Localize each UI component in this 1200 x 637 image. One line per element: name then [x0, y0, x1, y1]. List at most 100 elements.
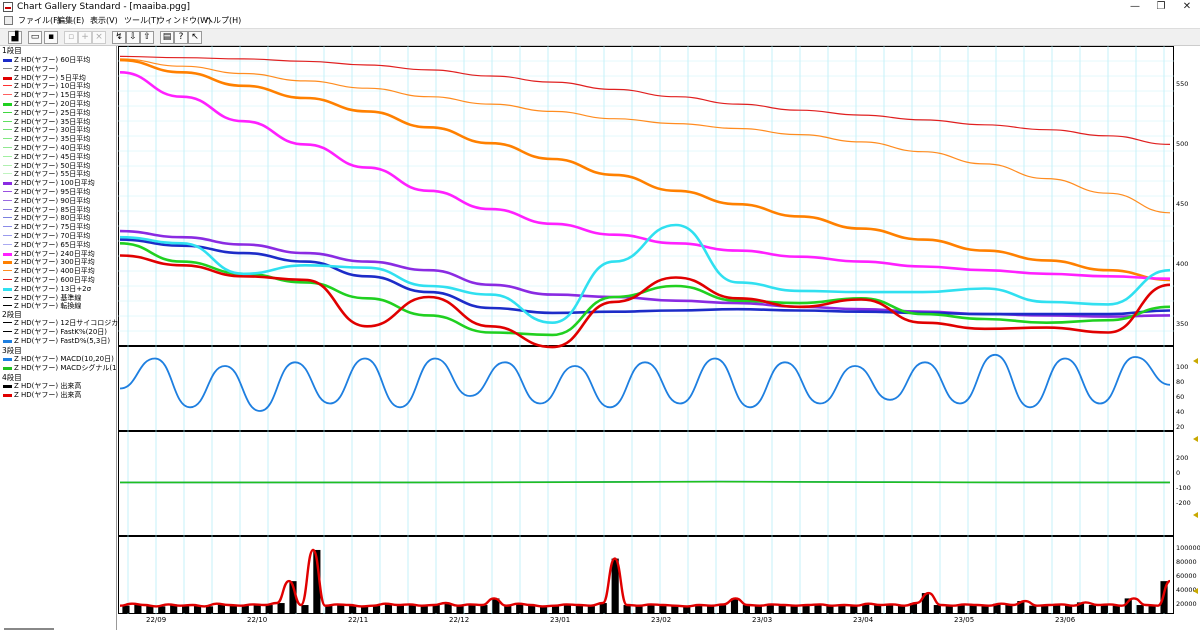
save-icon[interactable]: ▪ [44, 31, 58, 44]
legend-item[interactable]: Z HD(ヤフー) 出来高 [2, 382, 116, 390]
legend-item[interactable]: Z HD(ヤフー) 80日平均 [2, 214, 116, 222]
legend-item[interactable]: Z HD(ヤフー) 55日平均 [2, 170, 116, 178]
panel-marker-icon[interactable] [1193, 436, 1198, 442]
legend-swatch [3, 182, 12, 186]
legend-label: Z HD(ヤフー) 13日+2σ [14, 284, 92, 293]
legend-swatch [3, 261, 12, 265]
y-axis: 550 500 450 400 350 100 80 60 40 20 200 0 -100 -200 10… [1174, 46, 1200, 630]
new-chart-icon[interactable]: ▟ [8, 31, 22, 44]
y-tick-label: 0 [1176, 469, 1181, 477]
close-button[interactable]: ✕ [1174, 0, 1200, 14]
legend-item[interactable]: Z HD(ヤフー) 15日平均 [2, 91, 116, 99]
legend-swatch [3, 287, 12, 291]
legend-item[interactable]: Z HD(ヤフー) 400日平均 [2, 267, 116, 275]
legend-swatch [3, 296, 12, 298]
legend-item[interactable]: Z HD(ヤフー) 25日平均 [2, 109, 116, 117]
menu-window[interactable]: ウィンドウ(W) [157, 15, 211, 27]
legend-item[interactable]: Z HD(ヤフー) 60日平均 [2, 56, 116, 64]
delete-icon[interactable]: × [92, 31, 106, 44]
chart-wizard-icon[interactable]: ↯ [112, 31, 126, 44]
legend-item[interactable]: Z HD(ヤフー) 75日平均 [2, 223, 116, 231]
maximize-button[interactable]: ❐ [1148, 0, 1174, 14]
copy-icon[interactable]: ▫ [64, 31, 78, 44]
menu-edit[interactable]: 編集(E) [57, 15, 84, 27]
legend-item[interactable]: Z HD(ヤフー) 85日平均 [2, 206, 116, 214]
legend-label: Z HD(ヤフー) 100日平均 [14, 179, 95, 188]
y-tick-label: 400 [1176, 260, 1189, 268]
y-tick-label: 60 [1176, 393, 1185, 401]
volume-bar [969, 605, 977, 613]
legend-item[interactable]: Z HD(ヤフー) 45日平均 [2, 153, 116, 161]
legend-swatch [3, 270, 12, 272]
legend-item[interactable]: Z HD(ヤフー) 90日平均 [2, 197, 116, 205]
legend-item[interactable]: Z HD(ヤフー) 300日平均 [2, 258, 116, 266]
panel-marker-icon[interactable] [1193, 358, 1198, 364]
legend-swatch [3, 243, 12, 245]
context-help-icon[interactable]: ↖ [188, 31, 202, 44]
volume-bar [742, 605, 750, 613]
legend-item[interactable]: Z HD(ヤフー) 50日平均 [2, 162, 116, 170]
y-tick-label: 100 [1176, 363, 1189, 371]
legend-item[interactable]: Z HD(ヤフー) 70日平均 [2, 232, 116, 240]
legend-label: Z HD(ヤフー) 出来高 [14, 390, 82, 399]
macd-series-line [120, 480, 1170, 484]
volume-bar [277, 603, 285, 613]
volume-bar [778, 605, 786, 613]
toolbar: ▟ ▭ ▪ ▫ + × ↯ ⇩ ⇧ ▤ ? ↖ [0, 28, 1200, 46]
x-tick-label: 22/11 [348, 616, 369, 624]
legend-item[interactable]: Z HD(ヤフー) FastK%(20日) [2, 328, 116, 336]
volume-bar [1088, 605, 1097, 613]
panel-marker-icon[interactable] [1193, 512, 1198, 518]
help-icon[interactable]: ? [174, 31, 188, 44]
legend-item[interactable]: Z HD(ヤフー) MACD(10,20日) [2, 355, 116, 363]
minimize-button[interactable]: — [1122, 0, 1148, 14]
menu-view[interactable]: 表示(V) [90, 15, 118, 27]
legend-item[interactable]: Z HD(ヤフー) 5日平均 [2, 74, 116, 82]
legend-item[interactable]: Z HD(ヤフー) 30日平均 [2, 126, 116, 134]
open-icon[interactable]: ▭ [28, 31, 42, 44]
legend-swatch [3, 385, 12, 388]
upload-icon[interactable]: ⇧ [140, 31, 154, 44]
legend-item[interactable]: Z HD(ヤフー) 40日平均 [2, 144, 116, 152]
panel-frame [118, 431, 1174, 536]
legend-swatch [3, 252, 12, 256]
y-tick-label: 100000 [1176, 544, 1200, 552]
y-tick-label: 60000 [1176, 572, 1197, 580]
legend-label: Z HD(ヤフー) 45日平均 [14, 152, 91, 161]
legend-item[interactable]: Z HD(ヤフー) 出来高 [2, 391, 116, 399]
menu-tools[interactable]: ツール(T) [124, 15, 159, 27]
legend-item[interactable]: Z HD(ヤフー) MACDシグナル(1 [2, 363, 117, 372]
legend-swatch [3, 103, 12, 106]
menu-file[interactable]: ファイル(F) [18, 15, 61, 27]
legend-item[interactable]: Z HD(ヤフー) 基準線 [2, 294, 116, 302]
legend-item[interactable]: Z HD(ヤフー) 10日平均 [2, 82, 116, 90]
legend-item[interactable]: Z HD(ヤフー) [2, 65, 116, 73]
legend-item[interactable]: Z HD(ヤフー) 240日平均 [2, 250, 116, 258]
legend-item[interactable]: Z HD(ヤフー) 35日平均 [2, 118, 116, 126]
legend-swatch [3, 279, 12, 280]
title-bar: Chart Gallery Standard - [maaiba.pgg] — … [0, 0, 1200, 14]
legend-item[interactable]: Z HD(ヤフー) FastD%(5,3日) [2, 337, 116, 345]
panel-marker-icon[interactable] [1193, 588, 1198, 594]
legend-label: Z HD(ヤフー) 15日平均 [14, 91, 91, 100]
volume-bar [480, 605, 488, 613]
legend-item[interactable]: Z HD(ヤフー) 35日平均 [2, 135, 116, 143]
print-icon[interactable]: ▤ [160, 31, 174, 44]
legend-item[interactable]: Z HD(ヤフー) 12日サイコロジカ [2, 319, 118, 327]
legend-label: Z HD(ヤフー) 90日平均 [14, 196, 91, 205]
legend-item[interactable]: Z HD(ヤフー) 600日平均 [2, 276, 116, 284]
legend-label: Z HD(ヤフー) MACDシグナル(1 [14, 363, 117, 372]
legend-label: Z HD(ヤフー) 240日平均 [14, 249, 95, 258]
legend-item[interactable]: Z HD(ヤフー) 20日平均 [2, 100, 116, 108]
legend-item[interactable]: Z HD(ヤフー) 95日平均 [2, 188, 116, 196]
legend-item[interactable]: Z HD(ヤフー) 65日平均 [2, 241, 116, 249]
legend-item[interactable]: Z HD(ヤフー) 100日平均 [2, 179, 116, 187]
legend-swatch [3, 67, 12, 69]
legend-group-label: 3段目 [2, 346, 22, 355]
menu-help[interactable]: ヘルプ(H) [205, 15, 241, 27]
add-icon[interactable]: + [78, 31, 92, 44]
sidebar-scrollbar[interactable] [4, 628, 54, 630]
download-icon[interactable]: ⇩ [126, 31, 140, 44]
document-icon[interactable] [4, 16, 13, 25]
legend-item[interactable]: Z HD(ヤフー) 13日+2σ [2, 285, 116, 293]
